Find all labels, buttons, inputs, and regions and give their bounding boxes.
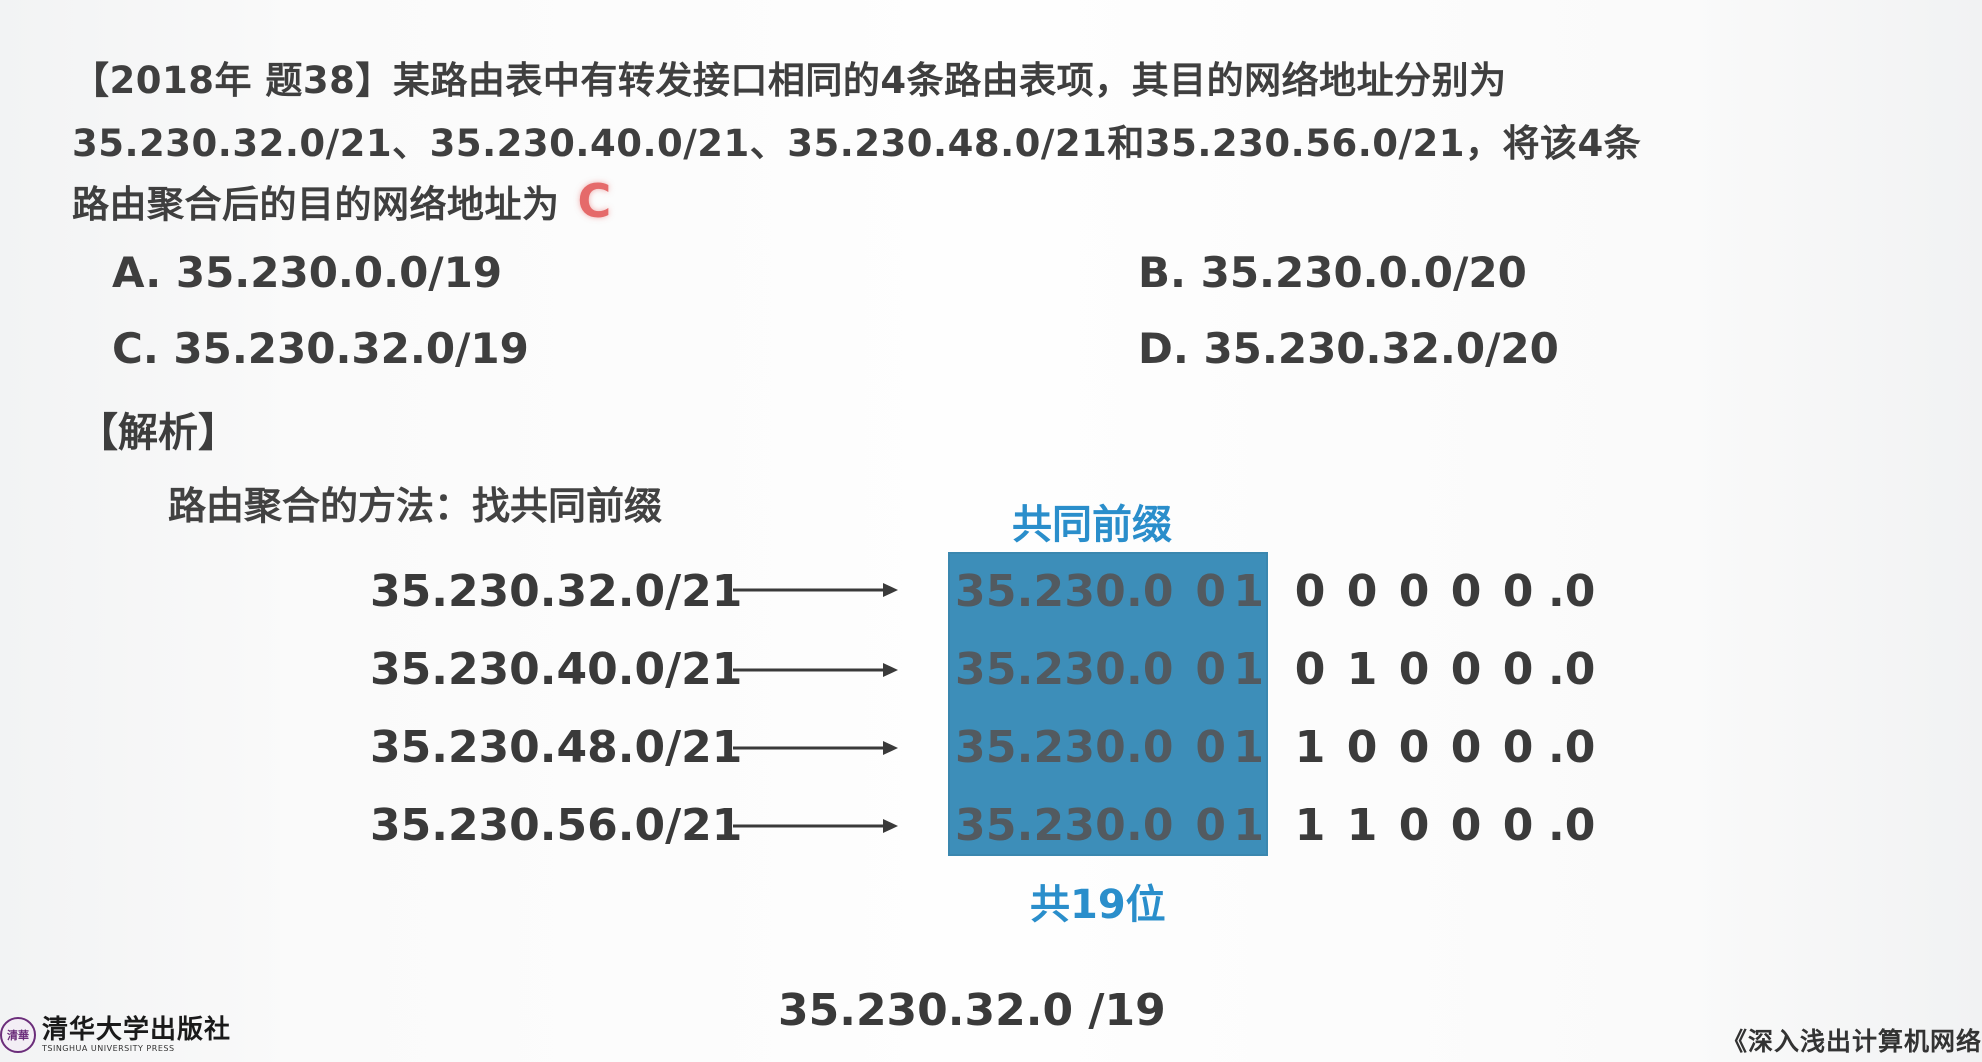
binary-suffix: 1 0 0 0 0.0: [1284, 722, 1596, 773]
publisher-name-en: TSINGHUA UNIVERSITY PRESS: [42, 1044, 175, 1053]
prefix-bit: 1: [1233, 644, 1265, 695]
aggregated-result: 35.230.32.0 /19: [778, 985, 1166, 1036]
suffix-bit: 0: [1450, 566, 1482, 617]
book-title: 《深入浅出计算机网络: [1721, 1027, 1982, 1056]
prefix-octets: 35.230.0: [955, 644, 1174, 695]
answer-mark: C: [577, 174, 612, 228]
prefix-bit: 1: [1233, 566, 1265, 617]
prefix-bit: 0: [1195, 800, 1227, 851]
question-line-3-text: 路由聚合后的目的网络地址为: [72, 183, 560, 226]
option-a: A. 35.230.0.0/19: [112, 248, 503, 297]
route-address: 35.230.56.0/21: [370, 800, 743, 851]
route-address: 35.230.48.0/21: [370, 722, 743, 773]
suffix-bit: 0: [1398, 566, 1430, 617]
arrow-right-icon: [733, 819, 898, 833]
binary-suffix: 1 1 0 0 0.0: [1284, 800, 1596, 851]
suffix-tail: .0: [1548, 566, 1596, 617]
suffix-bit: 1: [1346, 800, 1378, 851]
arrow-right-icon: [733, 741, 898, 755]
suffix-bit: 0: [1502, 644, 1534, 695]
suffix-bit: 1: [1294, 722, 1326, 773]
suffix-bit: 1: [1294, 800, 1326, 851]
suffix-bit: 0: [1346, 722, 1378, 773]
suffix-bit: 1: [1346, 644, 1378, 695]
arrow-right-icon: [733, 583, 898, 597]
suffix-bit: 0: [1294, 644, 1326, 695]
suffix-bit: 0: [1398, 800, 1430, 851]
option-d: D. 35.230.32.0/20: [1138, 324, 1559, 373]
arrow-right-icon: [733, 663, 898, 677]
binary-suffix: 0 0 0 0 0.0: [1284, 566, 1596, 617]
prefix-bit: 0: [1195, 644, 1227, 695]
option-c: C. 35.230.32.0/19: [112, 324, 529, 373]
binary-prefix: 35.230.0 0 1: [955, 644, 1268, 695]
suffix-bit: 0: [1450, 722, 1482, 773]
route-address: 35.230.40.0/21: [370, 644, 743, 695]
prefix-bit: 0: [1195, 566, 1227, 617]
university-seal-icon: 清華: [0, 1017, 36, 1053]
suffix-bit: 0: [1502, 800, 1534, 851]
publisher-logo-text: 清华大学出版社 TSINGHUA UNIVERSITY PRESS: [42, 1017, 231, 1053]
prefix-bit: 0: [1195, 722, 1227, 773]
binary-prefix: 35.230.0 0 1: [955, 722, 1268, 773]
route-address: 35.230.32.0/21: [370, 566, 743, 617]
binary-prefix: 35.230.0 0 1: [955, 800, 1268, 851]
prefix-bit: 1: [1233, 800, 1265, 851]
suffix-tail: .0: [1548, 800, 1596, 851]
question-line-3: 路由聚合后的目的网络地址为 C: [72, 174, 612, 228]
binary-suffix: 0 1 0 0 0.0: [1284, 644, 1596, 695]
suffix-bit: 0: [1398, 644, 1430, 695]
suffix-tail: .0: [1548, 644, 1596, 695]
question-line-1: 【2018年 题38】某路由表中有转发接口相同的4条路由表项，其目的网络地址分别…: [72, 59, 1507, 102]
prefix-bit: 1: [1233, 722, 1265, 773]
suffix-bit: 0: [1450, 800, 1482, 851]
option-b: B. 35.230.0.0/20: [1138, 248, 1527, 297]
suffix-bit: 0: [1346, 566, 1378, 617]
question-line-2: 35.230.32.0/21、35.230.40.0/21、35.230.48.…: [72, 122, 1642, 165]
publisher-logo: 清華 清华大学出版社 TSINGHUA UNIVERSITY PRESS: [0, 1010, 231, 1060]
suffix-bit: 0: [1450, 644, 1482, 695]
suffix-bit: 0: [1294, 566, 1326, 617]
binary-prefix: 35.230.0 0 1: [955, 566, 1268, 617]
prefix-octets: 35.230.0: [955, 722, 1174, 773]
suffix-tail: .0: [1548, 722, 1596, 773]
method-text: 路由聚合的方法：找共同前缀: [168, 484, 663, 528]
bits-count-label: 共19位: [1030, 882, 1166, 928]
analysis-label: 【解析】: [78, 410, 238, 456]
suffix-bit: 0: [1398, 722, 1430, 773]
suffix-bit: 0: [1502, 566, 1534, 617]
prefix-octets: 35.230.0: [955, 800, 1174, 851]
publisher-name: 清华大学出版社: [42, 1015, 232, 1045]
prefix-octets: 35.230.0: [955, 566, 1174, 617]
common-prefix-label: 共同前缀: [1012, 502, 1172, 548]
suffix-bit: 0: [1502, 722, 1534, 773]
